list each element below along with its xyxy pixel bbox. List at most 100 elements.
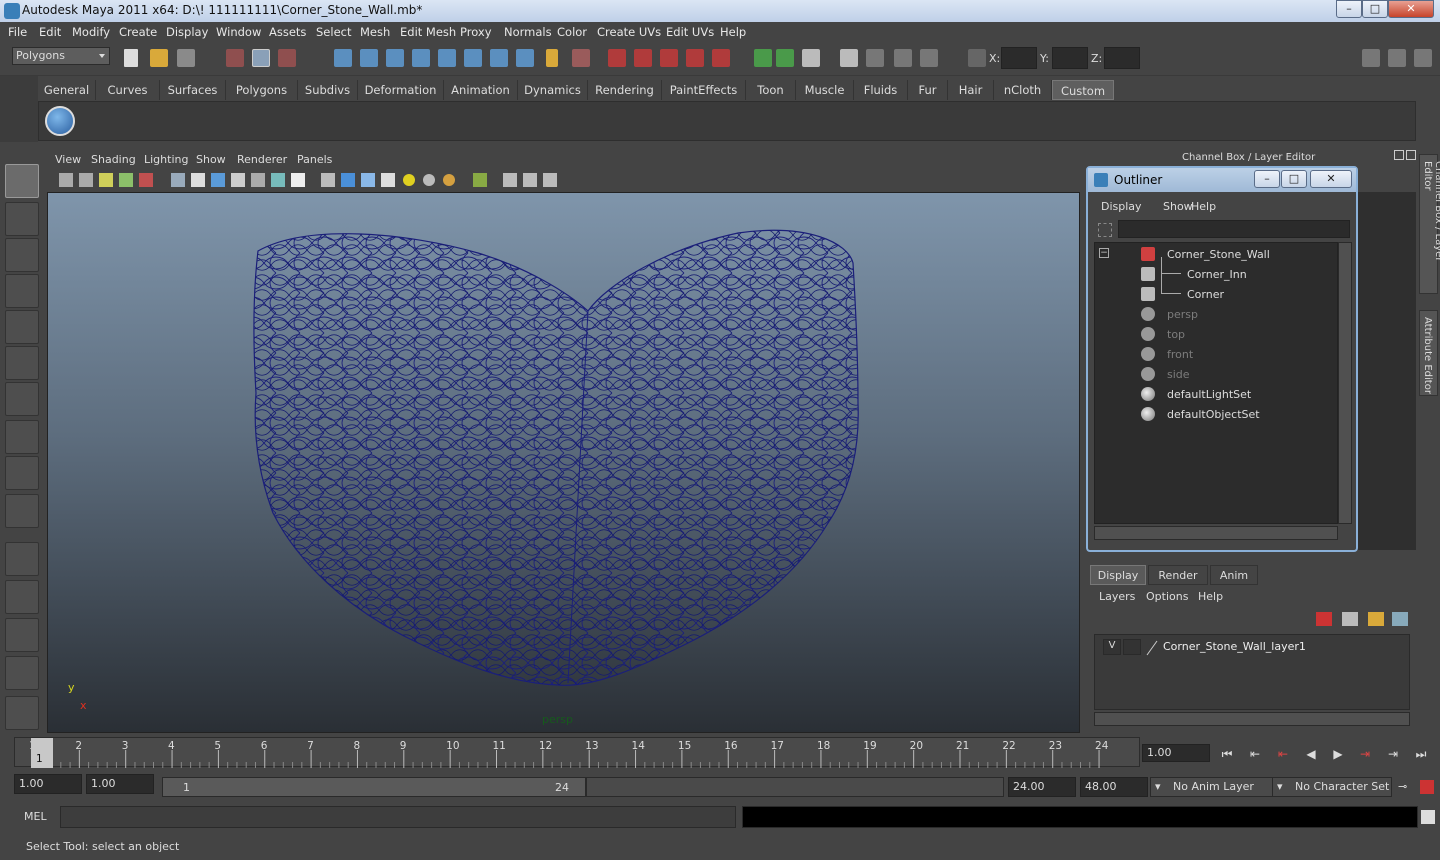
absolute-transform-icon[interactable] xyxy=(968,49,986,67)
menu-edit-mesh[interactable]: Edit Mesh xyxy=(400,25,456,39)
go-to-start-icon[interactable]: ⏮ xyxy=(1216,744,1238,764)
select-tool-icon[interactable] xyxy=(5,164,39,198)
tab-subdivs[interactable]: Subdivs xyxy=(298,80,358,100)
menu-set-selector[interactable]: Polygons xyxy=(12,47,110,65)
scale-tool-icon[interactable] xyxy=(5,346,39,380)
tab-hair[interactable]: Hair xyxy=(948,80,994,100)
command-language-label[interactable]: MEL xyxy=(24,810,47,823)
manipulator-tool-icon[interactable] xyxy=(5,382,39,416)
close-button[interactable]: ✕ xyxy=(1388,0,1434,18)
tool-settings-toggle-icon[interactable] xyxy=(1388,49,1406,67)
menu-assets[interactable]: Assets xyxy=(269,25,306,39)
custom-shelf-check-icon[interactable] xyxy=(45,106,75,136)
new-layer-selected-icon[interactable] xyxy=(1342,612,1358,626)
character-set-dropdown[interactable]: No Character Set ▾ xyxy=(1272,777,1392,797)
tab-polygons[interactable]: Polygons xyxy=(226,80,298,100)
playback-end-field[interactable]: 24.00 xyxy=(1008,777,1076,797)
tool-settings-icon[interactable] xyxy=(840,49,858,67)
tab-ncloth[interactable]: nCloth xyxy=(994,80,1052,100)
layer-menu-help[interactable]: Help xyxy=(1198,590,1223,603)
select-component-icon[interactable] xyxy=(278,49,296,67)
render-current-icon[interactable] xyxy=(608,49,626,67)
snap-curve-icon[interactable] xyxy=(360,49,378,67)
menu-help[interactable]: Help xyxy=(720,25,746,39)
construction-icon[interactable] xyxy=(490,49,508,67)
y-field[interactable] xyxy=(1052,47,1088,69)
step-forward-frame-icon[interactable]: ⇥ xyxy=(1382,744,1404,764)
tab-animation[interactable]: Animation xyxy=(444,80,518,100)
new-scene-icon[interactable] xyxy=(124,49,138,67)
attribute-toggle-icon[interactable] xyxy=(1414,49,1432,67)
close-panel-icon[interactable] xyxy=(1406,150,1416,160)
history-icon[interactable] xyxy=(464,49,482,67)
panel-menu-show[interactable]: Show xyxy=(196,153,226,166)
z-field[interactable] xyxy=(1104,47,1140,69)
tab-attribute-editor[interactable]: Attribute Editor xyxy=(1419,310,1438,396)
menu-create[interactable]: Create xyxy=(119,25,157,39)
layer-horizontal-scrollbar[interactable] xyxy=(1094,712,1410,726)
layer-row[interactable]: V Corner_Stone_Wall_layer1 xyxy=(1097,637,1407,657)
single-perspective-layout-icon[interactable] xyxy=(5,542,39,576)
tab-dynamics[interactable]: Dynamics xyxy=(518,80,588,100)
hypershade-icon[interactable] xyxy=(686,49,704,67)
paint-select-tool-icon[interactable] xyxy=(5,238,39,272)
playback-start-field[interactable]: 1.00 xyxy=(86,774,154,794)
menu-window[interactable]: Window xyxy=(216,25,261,39)
tab-general[interactable]: General xyxy=(38,80,96,100)
layer-tab-render[interactable]: Render xyxy=(1148,565,1208,585)
current-frame-field[interactable]: 1.00 xyxy=(1142,744,1210,762)
four-view-layout-icon[interactable] xyxy=(5,580,39,614)
selection-highlight-icon[interactable] xyxy=(572,49,590,67)
last-tool-icon[interactable] xyxy=(5,494,39,528)
animation-preferences-icon[interactable] xyxy=(1420,780,1434,794)
tab-muscle[interactable]: Muscle xyxy=(796,80,854,100)
menu-file[interactable]: File xyxy=(8,25,27,39)
layer-menu-options[interactable]: Options xyxy=(1146,590,1188,603)
time-slider[interactable]: 123456789101112131415161718192021222324 … xyxy=(14,737,1140,768)
current-time-marker[interactable]: 1 xyxy=(31,738,53,768)
menu-color[interactable]: Color xyxy=(557,25,587,39)
tab-fluids[interactable]: Fluids xyxy=(854,80,908,100)
graph-editor-layout-icon[interactable] xyxy=(5,656,39,690)
panel-menu-lighting[interactable]: Lighting xyxy=(144,153,188,166)
layer-menu-layers[interactable]: Layers xyxy=(1099,590,1135,603)
tab-curves[interactable]: Curves xyxy=(96,80,160,100)
layer-color-swatch-icon[interactable] xyxy=(1145,639,1159,657)
play-forwards-icon[interactable]: ▶ xyxy=(1327,744,1349,764)
tab-rendering[interactable]: Rendering xyxy=(588,80,662,100)
channel-box-icon[interactable] xyxy=(866,49,884,67)
go-to-end-icon[interactable]: ⏭ xyxy=(1410,744,1432,764)
rotate-tool-icon[interactable] xyxy=(5,310,39,344)
maximize-button[interactable]: □ xyxy=(1362,0,1388,18)
perspective-viewport[interactable]: y x persp xyxy=(47,192,1080,733)
save-scene-icon[interactable] xyxy=(177,49,195,67)
step-back-frame-icon[interactable]: ⇤ xyxy=(1244,744,1266,764)
start-time-field[interactable]: 1.00 xyxy=(14,774,82,794)
panel-menu-renderer[interactable]: Renderer xyxy=(237,153,287,166)
outliner-layout-icon[interactable] xyxy=(5,618,39,652)
outliner-menu-show[interactable]: Show xyxy=(1163,200,1193,213)
x-field[interactable] xyxy=(1001,47,1037,69)
ipr-render-icon[interactable] xyxy=(634,49,652,67)
layer-playback-toggle[interactable] xyxy=(1123,639,1141,655)
command-input[interactable] xyxy=(60,806,736,828)
shelf-handle[interactable] xyxy=(0,76,38,142)
panel-menu-view[interactable]: View xyxy=(55,153,81,166)
range-slider[interactable]: 1 24 xyxy=(162,777,586,797)
float-icon[interactable] xyxy=(1394,150,1404,160)
open-scene-icon[interactable] xyxy=(150,49,168,67)
channel-box-toggle-icon[interactable] xyxy=(1362,49,1380,67)
outliner-minimize-button[interactable]: – xyxy=(1254,170,1280,188)
menu-create-uvs[interactable]: Create UVs xyxy=(597,25,661,39)
outliner-horizontal-scrollbar[interactable] xyxy=(1094,526,1338,540)
menu-edit[interactable]: Edit xyxy=(39,25,61,39)
auto-key-icon[interactable]: ⊸ xyxy=(1398,780,1414,794)
show-manip-tool-icon[interactable] xyxy=(5,456,39,490)
render-settings-icon[interactable] xyxy=(660,49,678,67)
move-layer-down-icon[interactable] xyxy=(1392,612,1408,626)
menu-select[interactable]: Select xyxy=(316,25,351,39)
panel-menu-shading[interactable]: Shading xyxy=(91,153,136,166)
outliner-close-button[interactable]: ✕ xyxy=(1310,170,1352,188)
collapse-toggle-icon[interactable]: − xyxy=(1099,248,1109,258)
range-slider-track[interactable] xyxy=(586,777,1004,797)
